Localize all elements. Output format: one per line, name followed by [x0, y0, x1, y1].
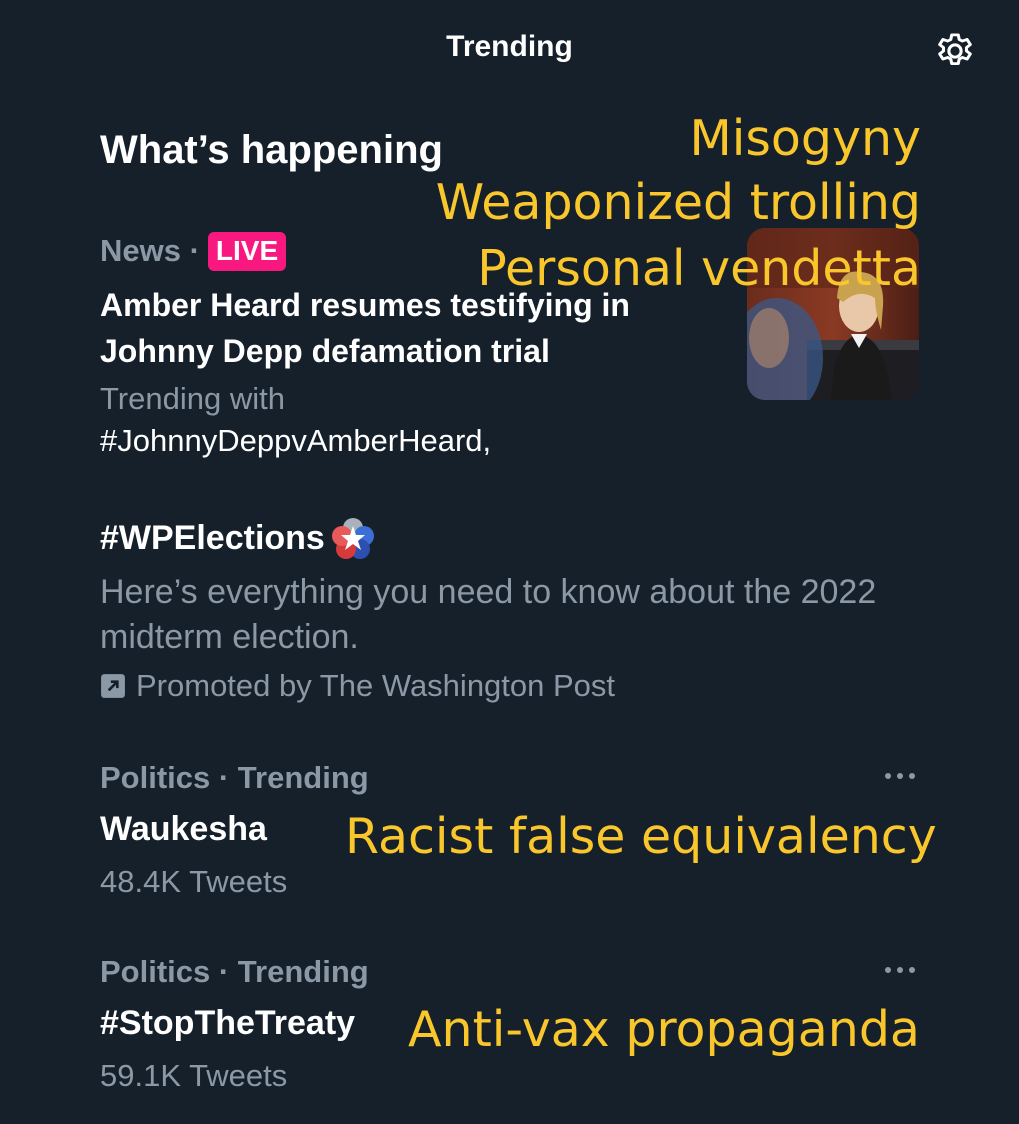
- trend-meta: Politics · Trending: [100, 954, 369, 989]
- gear-icon[interactable]: [932, 28, 978, 74]
- trend-count: 48.4K Tweets: [100, 864, 288, 899]
- trend-count: 59.1K Tweets: [100, 1058, 288, 1093]
- news-meta: News · LIVE: [100, 232, 287, 271]
- top-bar: Trending: [0, 0, 1019, 100]
- trend-name: #StopTheTreaty: [100, 1004, 356, 1042]
- promoted-icon: [101, 674, 125, 698]
- more-icon[interactable]: [882, 960, 918, 980]
- annotation-racist-false-equivalency: Racist false equivalency: [345, 808, 937, 865]
- more-icon[interactable]: [882, 766, 918, 786]
- promoted-by-row: Promoted by The Washington Post: [100, 668, 615, 704]
- annotation-misogyny: Misogyny: [689, 110, 921, 167]
- trend-name: Waukesha: [100, 810, 267, 848]
- page-title: Trending: [446, 30, 573, 63]
- news-hashtag-link[interactable]: #JohnnyDeppvAmberHeard,: [100, 420, 491, 462]
- promoted-by-label: Promoted by The Washington Post: [136, 668, 616, 703]
- wp-elections-star-icon: [331, 518, 374, 559]
- promoted-trend-item[interactable]: #WPElections Here’s everything you need …: [100, 508, 930, 708]
- promoted-title-row: #WPElections: [100, 514, 377, 562]
- trending-with-label: Trending with: [100, 381, 285, 416]
- section-title: What’s happening: [100, 128, 443, 172]
- annotation-personal-vendetta: Personal vendetta: [477, 240, 921, 297]
- live-badge: LIVE: [207, 232, 287, 271]
- promoted-description: Here’s everything you need to know about…: [100, 573, 877, 656]
- trend-meta: Politics · Trending: [100, 760, 369, 795]
- news-category: News ·: [100, 233, 200, 269]
- promoted-hashtag[interactable]: #WPElections: [100, 519, 325, 558]
- annotation-anti-vax-propaganda: Anti-vax propaganda: [408, 1001, 920, 1058]
- annotation-weaponized-trolling: Weaponized trolling: [435, 174, 921, 231]
